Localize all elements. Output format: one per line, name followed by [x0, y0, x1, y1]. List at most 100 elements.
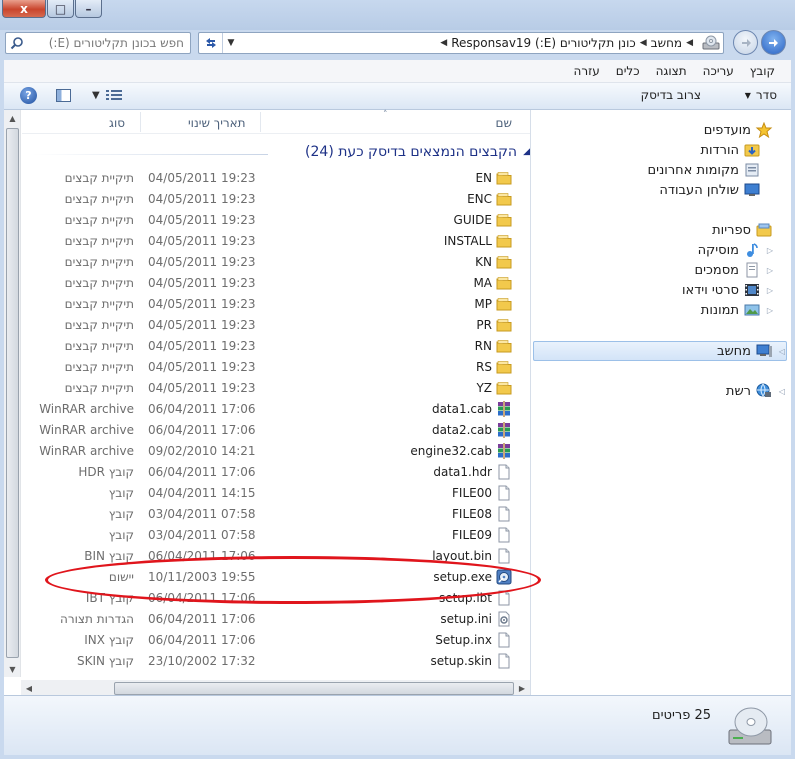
file-row[interactable]: data1.cab 06/04/2011 17:06 WinRAR archive	[22, 399, 530, 420]
expand-icon[interactable]: ◁	[777, 347, 785, 356]
expand-icon[interactable]: ◁	[777, 387, 785, 396]
column-type[interactable]: סוג	[109, 116, 125, 130]
file-row[interactable]: engine32.cab 09/02/2010 14:21 WinRAR archi…	[22, 441, 530, 462]
file-row[interactable]: KN 04/05/2011 19:23 תיקיית קבצים	[22, 252, 530, 273]
search-placeholder[interactable]: חפש בכונן תקליטורים (E:)	[26, 36, 190, 50]
file-row[interactable]: FILE08 03/04/2011 07:58 קובץ	[22, 504, 530, 525]
menu-edit[interactable]: עריכה	[695, 64, 742, 78]
column-divider[interactable]	[140, 112, 141, 132]
file-icon	[496, 632, 512, 648]
file-row[interactable]: data2.cab 06/04/2011 17:06 WinRAR archive	[22, 420, 530, 441]
file-date: 06/04/2011 17:06	[148, 465, 256, 479]
file-row[interactable]: FILE00 04/04/2011 14:15 קובץ	[22, 483, 530, 504]
file-date: 04/05/2011 19:23	[148, 192, 256, 206]
nav-pictures[interactable]: ▷ תמונות	[701, 300, 773, 320]
column-name[interactable]: שם	[496, 116, 512, 130]
expand-icon[interactable]: ▷	[765, 246, 773, 255]
chevron-down-icon: ▼	[92, 89, 100, 101]
organize-button[interactable]: סדר ▼	[745, 88, 777, 102]
search-icon[interactable]	[8, 34, 26, 52]
menu-tools[interactable]: כלים	[608, 64, 648, 78]
maximize-button[interactable]: □	[47, 0, 74, 18]
help-icon[interactable]: ?	[20, 87, 37, 104]
file-row[interactable]: ENC 04/05/2011 19:23 תיקיית קבצים	[22, 189, 530, 210]
file-row[interactable]: RS 04/05/2011 19:23 תיקיית קבצים	[22, 357, 530, 378]
nav-videos[interactable]: ▷ סרטי וידאו	[682, 280, 773, 300]
breadcrumb-computer[interactable]: מחשב	[651, 36, 682, 50]
file-row[interactable]: MA 04/05/2011 19:23 תיקיית קבצים	[22, 273, 530, 294]
expand-icon[interactable]: ▷	[765, 266, 773, 275]
scroll-up-icon[interactable]: ▲	[4, 110, 21, 126]
file-row[interactable]: setup.ini 06/04/2011 17:06 הגדרות תצורה	[22, 609, 530, 630]
file-type: קובץ BIN	[84, 549, 134, 563]
file-row[interactable]: RN 04/05/2011 19:23 תיקיית קבצים	[22, 336, 530, 357]
group-title: הקבצים הנמצאים בדיסק כעת (24)	[305, 144, 518, 160]
nav-documents[interactable]: ▷ מסמכים	[694, 260, 773, 280]
collapse-group-icon[interactable]: ◢	[523, 147, 530, 157]
organize-label: סדר	[755, 88, 777, 102]
address-history-dropdown[interactable]: ▼	[223, 33, 239, 53]
file-row[interactable]: INSTALL 04/05/2011 19:23 תיקיית קבצים	[22, 231, 530, 252]
nav-libraries[interactable]: ספריות	[712, 220, 773, 240]
folder-icon	[496, 317, 512, 333]
change-view-button[interactable]: ▼	[92, 89, 122, 101]
file-name: FILE09	[452, 528, 492, 542]
file-row[interactable]: PR 04/05/2011 19:23 תיקיית קבצים	[22, 315, 530, 336]
scroll-thumb[interactable]	[114, 682, 514, 695]
file-type: תיקיית קבצים	[64, 318, 134, 332]
refresh-icon[interactable]	[199, 33, 223, 53]
nav-downloads[interactable]: הורדות	[700, 140, 761, 160]
back-button[interactable]	[761, 30, 786, 55]
expand-icon[interactable]: ▷	[765, 306, 773, 315]
forward-button[interactable]	[733, 30, 758, 55]
column-divider[interactable]	[260, 112, 261, 132]
group-header[interactable]: ◢ הקבצים הנמצאים בדיסק כעת (24)	[305, 144, 530, 160]
nav-network[interactable]: ◁ רשת	[726, 381, 785, 401]
scroll-down-icon[interactable]: ▼	[4, 661, 21, 677]
preview-pane-icon[interactable]	[56, 89, 71, 102]
file-row[interactable]: Setup.inx 06/04/2011 17:06 קובץ INX	[22, 630, 530, 651]
search-box[interactable]: חפש בכונן תקליטורים (E:)	[5, 32, 191, 54]
file-type: תיקיית קבצים	[64, 255, 134, 269]
file-row[interactable]: data1.hdr 06/04/2011 17:06 קובץ HDR	[22, 462, 530, 483]
chevron-left-icon[interactable]: ◀	[686, 38, 693, 48]
breadcrumb-drive[interactable]: כונן תקליטורים (E:) Responsav19	[451, 36, 636, 50]
nav-computer[interactable]: ◁ מחשב	[717, 341, 785, 361]
file-row[interactable]: YZ 04/05/2011 19:23 תיקיית קבצים	[22, 378, 530, 399]
file-name: data2.cab	[431, 423, 492, 437]
file-row[interactable]: GUIDE 04/05/2011 19:23 תיקיית קבצים	[22, 210, 530, 231]
expand-icon[interactable]: ▷	[765, 286, 773, 295]
file-type: קובץ SKIN	[76, 654, 134, 668]
menu-file[interactable]: קובץ	[742, 64, 783, 78]
file-icon	[496, 548, 512, 564]
file-row[interactable]: MP 04/05/2011 19:23 תיקיית קבצים	[22, 294, 530, 315]
chevron-left-icon[interactable]: ◀	[440, 38, 447, 48]
address-bar[interactable]: ▼ ◀ מחשב ◀ כונן תקליטורים (E:) Responsav…	[198, 32, 724, 54]
menu-help[interactable]: עזרה	[565, 64, 607, 78]
column-date[interactable]: תאריך שינוי	[188, 116, 246, 130]
nav-videos-label: סרטי וידאו	[681, 282, 739, 298]
chevron-left-icon[interactable]: ◀	[640, 38, 647, 48]
nav-recent-places[interactable]: מקומות אחרונים	[648, 160, 761, 180]
nav-music[interactable]: ▷ מוסיקה	[698, 240, 773, 260]
burn-to-disc-button[interactable]: צרוב בדיסק	[641, 88, 701, 102]
network-icon	[756, 383, 771, 397]
minimize-button[interactable]: –	[75, 0, 102, 18]
folder-icon	[496, 338, 512, 354]
close-button[interactable]: x	[2, 0, 46, 18]
column-headers: סוג תאריך שינוי ˄ שם	[22, 110, 530, 134]
file-type: WinRAR archive	[39, 423, 134, 437]
nav-desktop[interactable]: שולחן העבודה	[659, 180, 761, 200]
file-row[interactable]: setup.skin 23/10/2002 17:32 קובץ SKIN	[22, 651, 530, 672]
details-pane: 25 פריטים	[4, 695, 791, 755]
nav-pictures-label: תמונות	[700, 302, 739, 318]
file-row[interactable]: EN 04/05/2011 19:23 תיקיית קבצים	[22, 168, 530, 189]
nav-favorites[interactable]: מועדפים	[704, 120, 773, 140]
file-type: תיקיית קבצים	[64, 339, 134, 353]
vertical-scrollbar[interactable]: ▲ ▼	[4, 110, 21, 677]
menu-view[interactable]: תצוגה	[648, 64, 695, 78]
file-row[interactable]: FILE09 03/04/2011 07:58 קובץ	[22, 525, 530, 546]
chevron-down-icon: ▼	[744, 90, 751, 100]
folder-icon	[496, 380, 512, 396]
scroll-thumb[interactable]	[6, 128, 19, 658]
